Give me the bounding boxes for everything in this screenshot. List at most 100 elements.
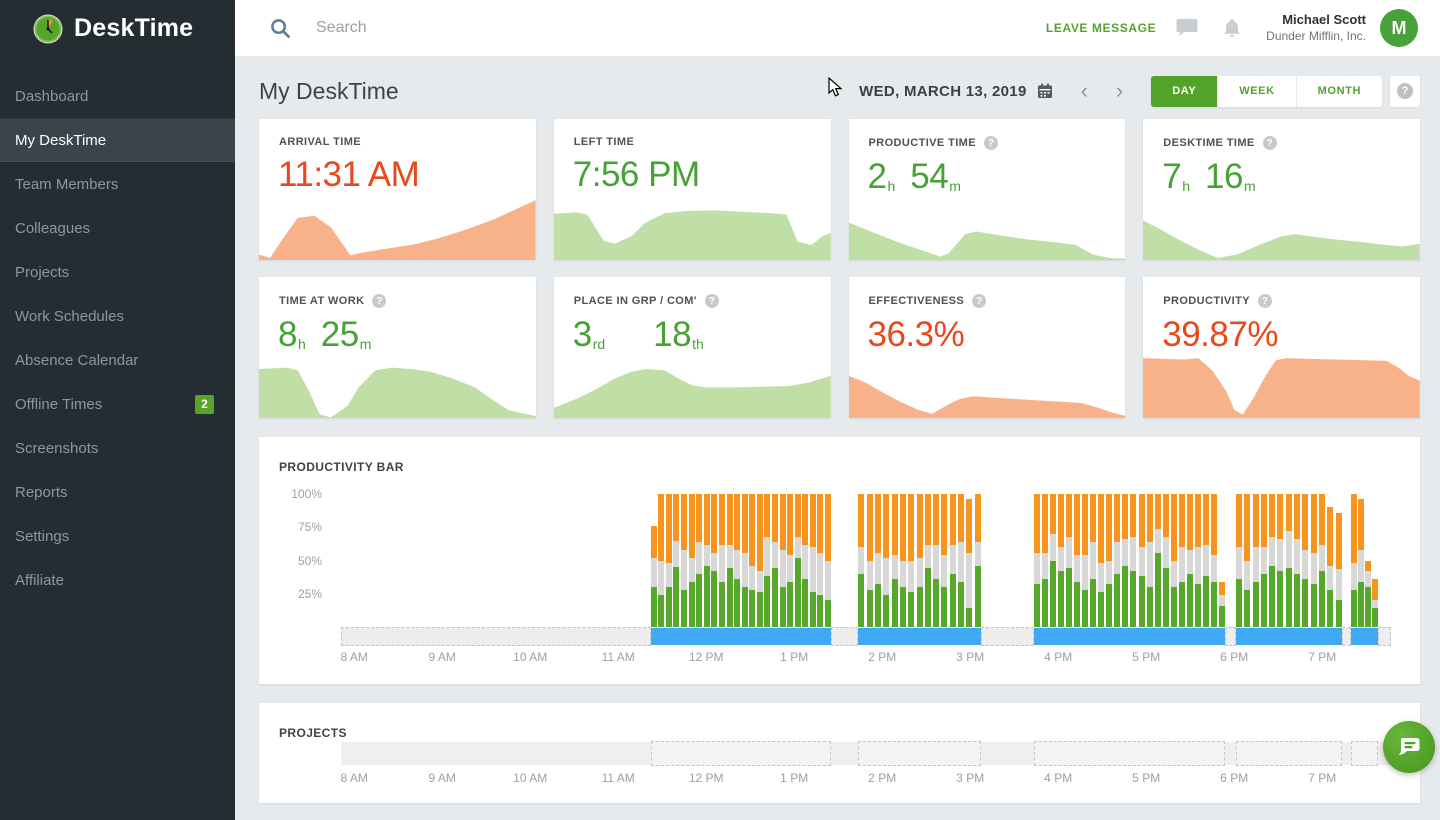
- sidebar-item-work-schedules[interactable]: Work Schedules: [0, 294, 235, 338]
- productivity-bar[interactable]: [1336, 494, 1342, 627]
- productivity-bar[interactable]: [941, 494, 947, 627]
- help-icon[interactable]: ?: [972, 294, 986, 308]
- sidebar-item-colleagues[interactable]: Colleagues: [0, 206, 235, 250]
- productivity-bar[interactable]: [1211, 494, 1217, 627]
- productivity-bar[interactable]: [666, 494, 672, 627]
- productivity-bar[interactable]: [1139, 494, 1145, 627]
- help-icon[interactable]: ?: [1263, 136, 1277, 150]
- productivity-bar[interactable]: [802, 494, 808, 627]
- productivity-bar[interactable]: [1074, 494, 1080, 627]
- productivity-bar[interactable]: [1358, 494, 1364, 627]
- search-input[interactable]: [316, 19, 736, 37]
- productivity-bar[interactable]: [975, 494, 981, 627]
- productivity-bar[interactable]: [817, 494, 823, 627]
- prev-day-chevron[interactable]: ‹: [1067, 78, 1102, 104]
- productivity-bar[interactable]: [883, 494, 889, 627]
- productivity-bar[interactable]: [780, 494, 786, 627]
- avatar[interactable]: M: [1380, 9, 1418, 47]
- productivity-bar[interactable]: [1236, 494, 1242, 627]
- productivity-bar[interactable]: [1082, 494, 1088, 627]
- leave-message-link[interactable]: LEAVE MESSAGE: [1046, 21, 1156, 35]
- help-icon[interactable]: ?: [984, 136, 998, 150]
- productivity-bar[interactable]: [825, 494, 831, 627]
- brand-logo[interactable]: DeskTime: [0, 0, 235, 57]
- sidebar-item-offline-times[interactable]: Offline Times2: [0, 382, 235, 426]
- productivity-bar[interactable]: [727, 494, 733, 627]
- productivity-bar[interactable]: [757, 494, 763, 627]
- productivity-bar[interactable]: [1147, 494, 1153, 627]
- productivity-bar[interactable]: [742, 494, 748, 627]
- productivity-bar[interactable]: [1114, 494, 1120, 627]
- user-menu[interactable]: Michael Scott Dunder Mifflin, Inc.: [1266, 12, 1366, 43]
- productivity-bar[interactable]: [867, 494, 873, 627]
- productivity-bar[interactable]: [1179, 494, 1185, 627]
- help-icon[interactable]: ?: [705, 294, 719, 308]
- productivity-bar[interactable]: [1203, 494, 1209, 627]
- productivity-bar[interactable]: [1327, 494, 1333, 627]
- productivity-bar[interactable]: [1042, 494, 1048, 627]
- sidebar-item-absence-calendar[interactable]: Absence Calendar: [0, 338, 235, 382]
- productivity-bar[interactable]: [1244, 494, 1250, 627]
- productivity-bar[interactable]: [1302, 494, 1308, 627]
- date-picker[interactable]: WED, MARCH 13, 2019: [859, 83, 1052, 100]
- message-bubble-icon[interactable]: [1176, 18, 1198, 38]
- productivity-bar[interactable]: [795, 494, 801, 627]
- help-button[interactable]: ?: [1390, 76, 1420, 107]
- sidebar-item-team-members[interactable]: Team Members: [0, 162, 235, 206]
- productivity-bar[interactable]: [681, 494, 687, 627]
- productivity-bar[interactable]: [1294, 494, 1300, 627]
- productivity-bar[interactable]: [711, 494, 717, 627]
- productivity-bar[interactable]: [1163, 494, 1169, 627]
- productivity-bar[interactable]: [1098, 494, 1104, 627]
- productivity-bar[interactable]: [1195, 494, 1201, 627]
- productivity-bar[interactable]: [1171, 494, 1177, 627]
- productivity-bar[interactable]: [958, 494, 964, 627]
- productivity-bar[interactable]: [673, 494, 679, 627]
- productivity-bar[interactable]: [875, 494, 881, 627]
- productivity-bar[interactable]: [1187, 494, 1193, 627]
- productivity-bar[interactable]: [1050, 494, 1056, 627]
- productivity-bar[interactable]: [1269, 494, 1275, 627]
- sidebar-item-dashboard[interactable]: Dashboard: [0, 74, 235, 118]
- view-button-day[interactable]: DAY: [1151, 76, 1217, 107]
- productivity-bar[interactable]: [696, 494, 702, 627]
- productivity-bar[interactable]: [950, 494, 956, 627]
- productivity-bar[interactable]: [1261, 494, 1267, 627]
- productivity-bar[interactable]: [908, 494, 914, 627]
- productivity-bar[interactable]: [1365, 494, 1371, 627]
- sidebar-item-settings[interactable]: Settings: [0, 514, 235, 558]
- sidebar-item-my-desktime[interactable]: My DeskTime: [0, 118, 235, 162]
- productivity-bar[interactable]: [1253, 494, 1259, 627]
- productivity-bar[interactable]: [1311, 494, 1317, 627]
- productivity-bar[interactable]: [900, 494, 906, 627]
- sidebar-item-screenshots[interactable]: Screenshots: [0, 426, 235, 470]
- productivity-bar[interactable]: [651, 494, 657, 627]
- productivity-bar[interactable]: [658, 494, 664, 627]
- productivity-bar[interactable]: [892, 494, 898, 627]
- productivity-bar[interactable]: [764, 494, 770, 627]
- productivity-bar[interactable]: [1066, 494, 1072, 627]
- view-button-week[interactable]: WEEK: [1217, 76, 1295, 107]
- productivity-bar[interactable]: [734, 494, 740, 627]
- notifications-bell-icon[interactable]: [1222, 17, 1242, 39]
- sidebar-item-affiliate[interactable]: Affiliate: [0, 558, 235, 602]
- productivity-bar[interactable]: [1286, 494, 1292, 627]
- productivity-bar[interactable]: [966, 494, 972, 627]
- productivity-bar[interactable]: [1058, 494, 1064, 627]
- productivity-bar[interactable]: [1219, 494, 1225, 627]
- productivity-bar[interactable]: [1351, 494, 1357, 627]
- productivity-bar[interactable]: [858, 494, 864, 627]
- productivity-bar[interactable]: [689, 494, 695, 627]
- productivity-bar[interactable]: [749, 494, 755, 627]
- productivity-bar[interactable]: [1090, 494, 1096, 627]
- productivity-bar[interactable]: [1277, 494, 1283, 627]
- productivity-bar[interactable]: [1130, 494, 1136, 627]
- productivity-bar[interactable]: [704, 494, 710, 627]
- help-icon[interactable]: ?: [1258, 294, 1272, 308]
- view-button-month[interactable]: MONTH: [1296, 76, 1382, 107]
- productivity-bar[interactable]: [933, 494, 939, 627]
- productivity-bar[interactable]: [719, 494, 725, 627]
- productivity-bar[interactable]: [1122, 494, 1128, 627]
- next-day-chevron[interactable]: ›: [1102, 78, 1137, 104]
- live-chat-fab[interactable]: [1383, 721, 1435, 773]
